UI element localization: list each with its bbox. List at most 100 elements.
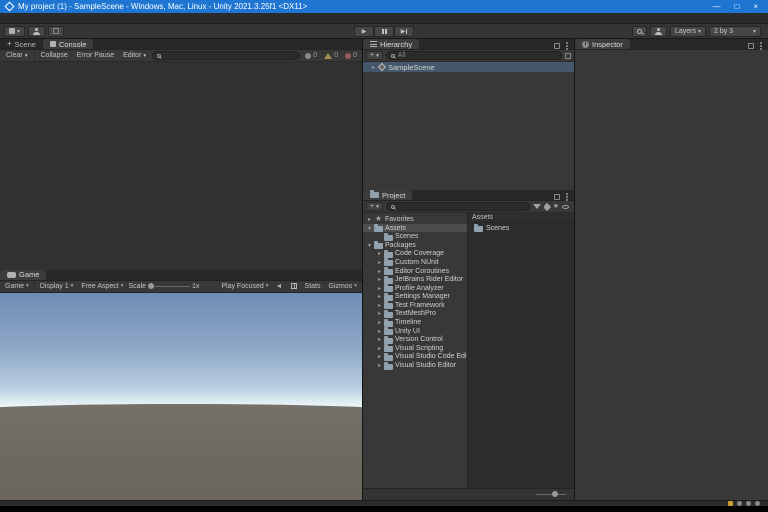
console-info-toggle[interactable]: 0 [303,52,319,59]
left-top-tabstrip: + Scene Console [0,39,362,50]
panel-options-icon[interactable] [554,43,560,49]
save-search-icon[interactable]: ★ [553,203,559,210]
hierarchy-tree: ▸ SampleScene [363,62,574,191]
project-tree-row[interactable]: ▸ Visual Studio Editor [363,361,467,370]
folder-icon [384,352,393,361]
project-tree-row[interactable]: ▾ Packages [363,241,467,250]
project-search-input[interactable] [385,202,530,212]
tab-inspector[interactable]: i Inspector [575,39,630,49]
layout-dropdown[interactable]: 2 by 3 ▾ [709,25,761,37]
maximize-button[interactable]: □ [734,2,739,11]
project-tree-row[interactable]: ▸ TextMeshPro [363,309,467,319]
console-collapse-button[interactable]: Collapse [38,51,71,60]
project-tree-row[interactable]: ▸ Custom NUnit [363,258,467,267]
stats-button[interactable]: Stats [302,281,324,291]
tab-scene[interactable]: + Scene [0,39,43,49]
project-tree-row[interactable]: ▸ Code Coverage [363,249,467,259]
game-viewport[interactable] [0,292,362,500]
folder-icon [374,241,383,250]
tab-hierarchy[interactable]: Hierarchy [363,39,420,49]
hierarchy-create-button[interactable]: + ▾ [366,51,383,60]
play-button[interactable]: ▶ [354,25,374,37]
project-tree-row[interactable]: ▸ Version Control [363,335,467,344]
hierarchy-picker-icon[interactable] [565,52,571,59]
project-tree-row[interactable]: ▸ Editor Coroutines [363,267,467,276]
hierarchy-row-samplescene[interactable]: ▸ SampleScene [363,62,574,72]
console-editor-dropdown[interactable]: Editor ▾ [120,51,149,60]
hierarchy-search-input[interactable]: All [385,51,562,60]
account-icon [654,27,662,35]
project-tree-row[interactable]: ▸ Test Framework [363,301,467,310]
display-dropdown[interactable]: Display 1 ▾ [37,281,77,291]
scale-slider[interactable] [148,282,191,289]
project-browser: ▸ ★ Favorites ▾ Assets Scenes ▾ Packages… [363,213,574,488]
project-tree-row[interactable]: ▸ Visual Studio Code Editor [363,352,467,362]
folder-icon [384,232,393,241]
error-icon [345,52,352,59]
inspector-tabstrip: i Inspector [575,39,768,50]
folder-icon [474,224,483,233]
folder-icon [384,318,393,327]
game-toolbar: Game ▾ Display 1 ▾ Free Aspect ▾ Scale 1… [0,280,362,293]
hidden-packages-icon[interactable] [562,204,569,209]
layers-dropdown[interactable]: Layers ▾ [669,25,706,37]
search-button[interactable] [631,25,647,37]
tab-project[interactable]: Project [363,190,413,201]
scene-asset-icon [377,62,387,72]
cloud-button[interactable] [28,25,46,37]
account-button[interactable] [649,25,667,37]
game-tab-icon [7,271,16,278]
tab-console[interactable]: Console [42,39,94,49]
project-bottom-bar [363,488,574,500]
project-tree-row[interactable]: ▸ Unity UI [363,327,467,336]
panel-menu-icon[interactable] [760,45,762,47]
project-tree-row[interactable]: ▸ Timeline [363,318,467,327]
pause-button[interactable] [374,25,394,37]
console-search-input[interactable] [152,51,301,60]
asset-item[interactable]: Scenes [468,223,574,233]
console-clear-button[interactable]: Clear ▾ [3,51,31,60]
project-create-button[interactable]: + ▾ [366,202,383,212]
panel-menu-icon[interactable] [566,45,568,47]
close-button[interactable]: × [753,2,758,11]
console-warning-toggle[interactable]: 0 [322,52,340,59]
panel-menu-icon[interactable] [566,196,568,199]
gizmos-dropdown[interactable]: Gizmos ▾ [326,281,361,291]
project-tree-row[interactable]: ▾ Assets [363,223,467,233]
project-tree-row[interactable]: ▸ JetBrains Rider Editor [363,275,467,284]
inspector-tab-icon: i [582,40,589,48]
project-tree-row[interactable]: ▸ Visual Scripting [363,344,467,353]
version-control-button[interactable]: ▾ [4,25,26,37]
filter-by-label-icon[interactable] [542,202,551,211]
window-title: My project (1) - SampleScene - Windows, … [18,2,308,11]
mute-audio-button[interactable] [274,281,286,291]
game-mode-dropdown[interactable]: Game ▾ [2,281,32,291]
console-log-area[interactable] [0,62,362,270]
project-tree-row[interactable]: Scenes [363,232,467,241]
console-error-pause-button[interactable]: Error Pause [74,51,117,60]
asset-zoom-knob[interactable] [552,491,558,497]
window-bottom-edge [0,506,768,512]
vsync-icon [290,283,297,289]
minimize-button[interactable]: — [712,2,720,11]
aspect-dropdown[interactable]: Free Aspect ▾ [78,281,126,291]
tab-game[interactable]: Game [0,269,47,280]
vsync-button[interactable] [288,281,300,291]
panel-options-icon[interactable] [554,194,560,201]
panel-options-icon[interactable] [748,43,754,49]
step-icon [406,28,408,34]
filter-by-type-icon[interactable] [532,204,541,210]
project-tree-row[interactable]: ▸ Settings Manager [363,292,467,302]
console-error-toggle[interactable]: 0 [343,52,359,59]
asset-zoom-slider[interactable] [536,491,566,497]
step-button[interactable]: ▶ [394,25,414,37]
folder-icon [384,327,393,336]
scale-slider-knob[interactable] [148,282,155,289]
project-tree-row[interactable]: ▸ ★ Favorites [363,215,467,224]
hierarchy-tab-icon [370,41,377,47]
pause-icon [381,28,387,34]
project-tree-row[interactable]: ▸ Profile Analyzer [363,284,467,293]
search-icon [390,53,395,58]
services-button[interactable] [48,25,65,37]
play-focused-dropdown[interactable]: Play Focused ▾ [218,281,271,291]
